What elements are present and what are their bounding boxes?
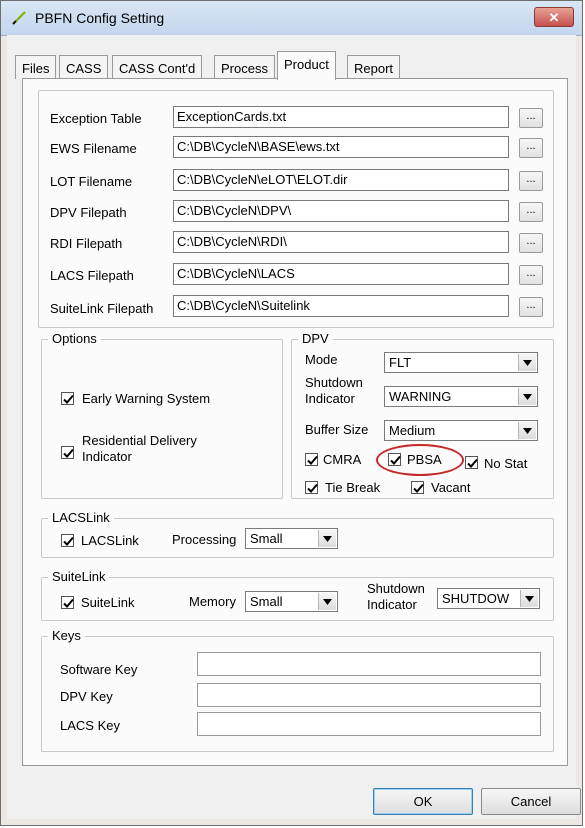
checkmark-icon (467, 458, 478, 468)
chevron-down-icon (318, 593, 336, 610)
cancel-button[interactable]: Cancel (481, 788, 581, 815)
suitelink-checkbox-label: SuiteLink (81, 595, 135, 610)
early-warning-label: Early Warning System (82, 391, 211, 406)
no-stat-checkbox[interactable] (465, 456, 478, 469)
early-warning-checkbox[interactable] (61, 392, 74, 405)
dpv-mode-label: Mode (305, 352, 338, 367)
window-title: PBFN Config Setting (35, 10, 165, 26)
chevron-down-icon (518, 354, 536, 371)
buffer-size-label: Buffer Size (305, 422, 369, 437)
exception-table-label: Exception Table (50, 111, 142, 126)
tab-process[interactable]: Process (214, 55, 275, 79)
checkmark-icon (63, 448, 74, 458)
rdi-filepath-label: RDI Filepath (50, 236, 123, 251)
suitelink-filepath-browse-button[interactable]: ... (519, 297, 543, 317)
checkmark-icon (63, 394, 74, 404)
dpv-shutdown-label-line2: Indicator (305, 391, 355, 406)
tie-break-checkbox[interactable] (305, 481, 318, 494)
rdi-filepath-browse-button[interactable]: ... (519, 233, 543, 253)
pbsa-annotation-circle (376, 444, 464, 476)
lacs-filepath-field[interactable]: C:\DB\CycleN\LACS (173, 263, 509, 285)
dpv-shutdown-label-line1: Shutdown (305, 375, 363, 390)
close-icon: ✕ (548, 10, 560, 25)
close-button[interactable]: ✕ (534, 7, 574, 27)
suitelink-filepath-field[interactable]: C:\DB\CycleN\Suitelink (173, 295, 509, 317)
residential-delivery-checkbox[interactable] (61, 446, 74, 459)
software-key-label: Software Key (60, 662, 138, 677)
chevron-down-icon (318, 530, 336, 547)
checkmark-icon (307, 455, 318, 465)
dpv-mode-select[interactable]: FLT (384, 352, 538, 373)
vacant-checkbox[interactable] (411, 481, 424, 494)
dpv-filepath-field[interactable]: C:\DB\CycleN\DPV\ (173, 200, 509, 222)
checkmark-icon (63, 598, 74, 608)
tab-product[interactable]: Product (277, 51, 336, 80)
keys-group-title: Keys (48, 628, 85, 643)
chevron-down-icon (520, 590, 538, 607)
processing-select[interactable]: Small (245, 528, 338, 549)
app-pencil-icon (11, 10, 27, 26)
suitelink-checkbox[interactable] (61, 596, 74, 609)
memory-label: Memory (189, 594, 236, 609)
vacant-label: Vacant (431, 480, 471, 495)
residential-delivery-label-line2: Indicator (82, 449, 132, 464)
checkmark-icon (413, 483, 424, 493)
dpv-group-title: DPV (298, 331, 333, 346)
tab-files[interactable]: Files (15, 55, 57, 79)
lacs-filepath-browse-button[interactable]: ... (519, 265, 543, 285)
ews-filename-field[interactable]: C:\DB\CycleN\BASE\ews.txt (173, 136, 509, 158)
options-group-title: Options (48, 331, 101, 346)
lacslink-checkbox-label: LACSLink (81, 533, 139, 548)
buffer-size-value: Medium (389, 423, 436, 438)
dpv-shutdown-value: WARNING (389, 389, 452, 404)
tab-cass[interactable]: CASS (59, 55, 109, 79)
chevron-down-icon (518, 388, 536, 405)
tab-report[interactable]: Report (347, 55, 401, 79)
lacs-key-label: LACS Key (60, 718, 120, 733)
dpv-key-input[interactable] (197, 683, 541, 707)
exception-table-field[interactable]: ExceptionCards.txt (173, 106, 509, 128)
dpv-mode-value: FLT (389, 355, 412, 370)
exception-table-browse-button[interactable]: ... (519, 108, 543, 128)
suitelink-shutdown-label-line2: Indicator (367, 597, 417, 612)
options-group: Options (41, 331, 283, 499)
dpv-shutdown-select[interactable]: WARNING (384, 386, 538, 407)
software-key-input[interactable] (197, 652, 541, 676)
suitelink-shutdown-label-line1: Shutdown (367, 581, 425, 596)
suitelink-group-title: SuiteLink (48, 569, 110, 584)
no-stat-label: No Stat (484, 456, 528, 471)
cmra-checkbox[interactable] (305, 453, 318, 466)
ok-button[interactable]: OK (373, 788, 473, 815)
title-bar: PBFN Config Setting ✕ (1, 1, 582, 36)
ews-filename-label: EWS Filename (50, 141, 137, 156)
processing-value: Small (250, 531, 283, 546)
lot-filename-browse-button[interactable]: ... (519, 171, 543, 191)
suitelink-filepath-label: SuiteLink Filepath (50, 301, 154, 316)
buffer-size-select[interactable]: Medium (384, 420, 538, 441)
lacs-filepath-label: LACS Filepath (50, 268, 134, 283)
suitelink-shutdown-select[interactable]: SHUTDOW (437, 588, 540, 609)
lacs-key-input[interactable] (197, 712, 541, 736)
lacslink-checkbox[interactable] (61, 534, 74, 547)
dpv-filepath-browse-button[interactable]: ... (519, 202, 543, 222)
cmra-label: CMRA (323, 452, 362, 467)
lacslink-group-title: LACSLink (48, 510, 114, 525)
chevron-down-icon (518, 422, 536, 439)
suitelink-shutdown-value: SHUTDOW (442, 591, 510, 606)
memory-value: Small (250, 594, 283, 609)
rdi-filepath-field[interactable]: C:\DB\CycleN\RDI\ (173, 231, 509, 253)
dpv-key-label: DPV Key (60, 689, 113, 704)
residential-delivery-label-line1: Residential Delivery (82, 433, 197, 448)
checkmark-icon (307, 483, 318, 493)
tie-break-label: Tie Break (325, 480, 381, 495)
ews-filename-browse-button[interactable]: ... (519, 138, 543, 158)
tab-cass-contd[interactable]: CASS Cont'd (112, 55, 203, 79)
memory-select[interactable]: Small (245, 591, 338, 612)
lot-filename-label: LOT Filename (50, 174, 133, 189)
processing-label: Processing (172, 532, 237, 547)
checkmark-icon (63, 536, 74, 546)
dpv-filepath-label: DPV Filepath (50, 205, 127, 220)
lot-filename-field[interactable]: C:\DB\CycleN\eLOT\ELOT.dir (173, 169, 509, 191)
